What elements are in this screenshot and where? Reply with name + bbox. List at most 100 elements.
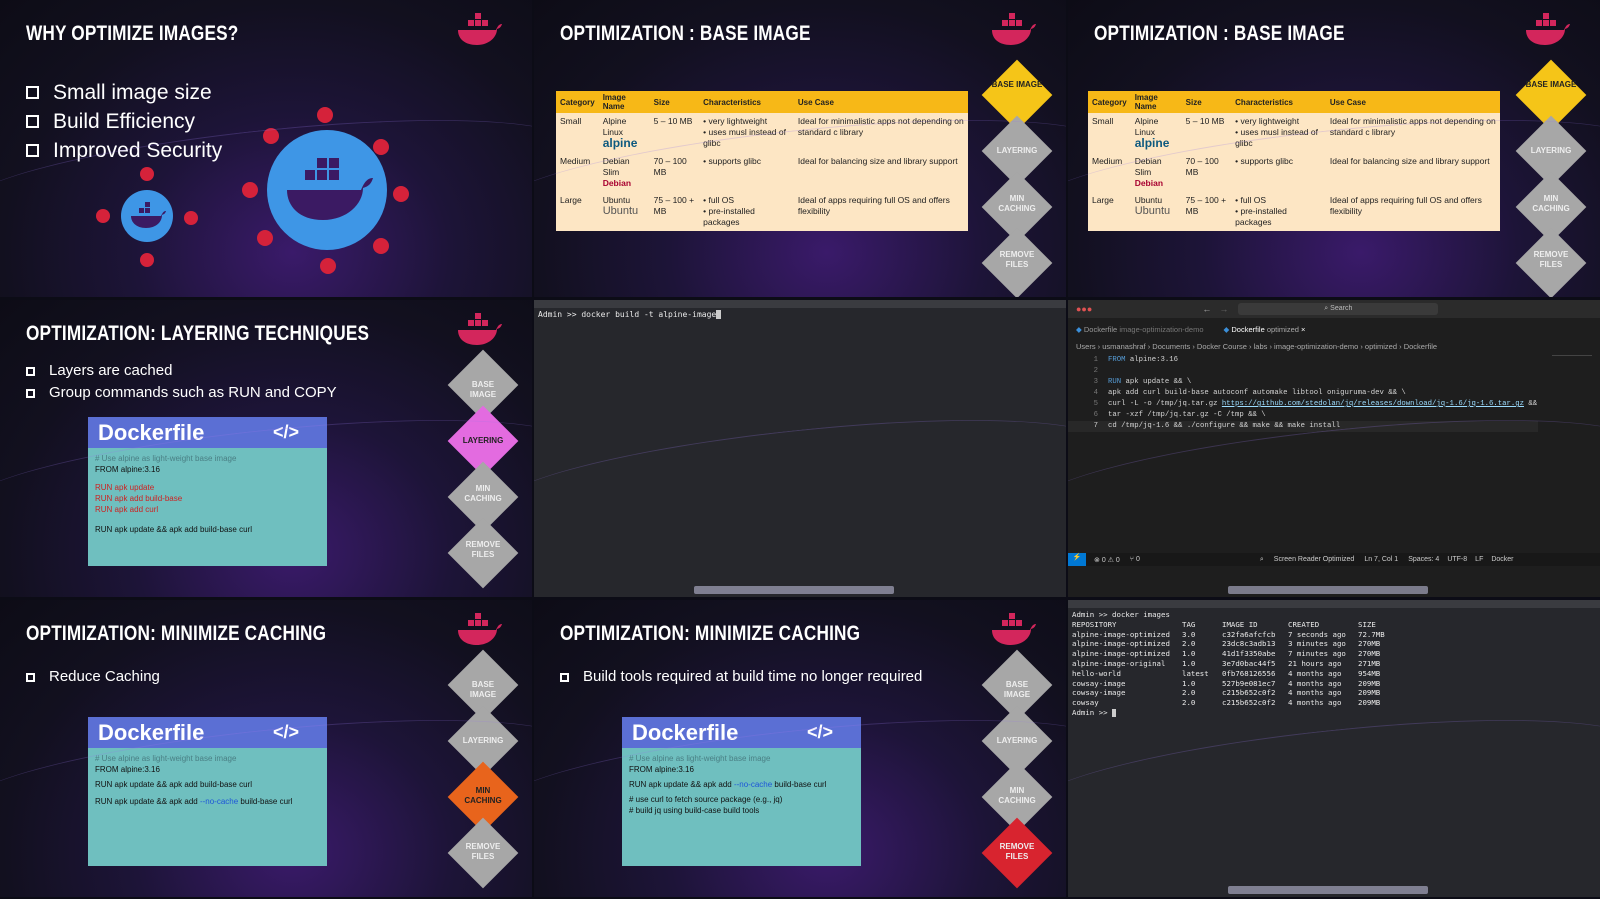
table-header-row: Category Image Name Size Characteristics Use… [556, 91, 968, 113]
checkbox-icon [560, 672, 569, 682]
code-tag-icon: </> [272, 722, 299, 742]
table-row: alpine-image-optimized 2.0 23dc8c3adb13 3 m… [1072, 639, 1381, 649]
docker-logo-icon [458, 313, 502, 345]
encoding-status[interactable]: UTF-8 [1447, 556, 1467, 563]
topic-nav: BASE IMAGE LAYERING MIN CACHING REMOVE F… [447, 649, 519, 889]
code-comment: # build jq using build-case build tools [629, 806, 760, 815]
code-line: RUN apk update && apk add --no-cache bui… [95, 797, 293, 806]
checkbox-icon [26, 144, 39, 157]
alpine-logo: alpine [602, 136, 638, 150]
table-row: hello-world latest 0fb768126556 4 months ag… [1072, 668, 1381, 678]
topic-nav: BASE IMAGE LAYERING MIN CACHING REMOVE F… [447, 349, 519, 589]
slide-title: OPTIMIZATION: MINIMIZE CACHING [26, 622, 327, 645]
table-row: Large Ubuntu Ubuntu 75 – 100 + MB • full OS •… [560, 195, 950, 227]
terminal-window-images[interactable]: Admin >> docker images REPOSITORY TAG IMAG… [1068, 600, 1600, 897]
debian-logo: Debian [602, 178, 632, 188]
terminal-cursor [716, 310, 722, 319]
command-search-box[interactable]: ⌕ Search [1238, 303, 1439, 315]
cursor-position[interactable]: Ln 7, Col 1 [1364, 556, 1398, 563]
bullet-item: Group commands such as RUN and COPY [26, 382, 337, 404]
code-comment: # Use alpine as light-weight base image [95, 454, 237, 463]
remote-indicator[interactable]: ⚡ [1068, 553, 1086, 566]
docker-security-illustration [96, 107, 409, 274]
code-line: FROM alpine:3.16 [629, 765, 694, 774]
table-row: Small Alpine Linux alpine 5 – 10 MB • very l… [560, 116, 964, 150]
eol-status[interactable]: LF [1475, 556, 1483, 563]
table-row: Small Alpine Linux alpine 5 – 10 MB • very l… [1092, 116, 1496, 150]
macos-dock[interactable] [1228, 586, 1428, 594]
table-row: alpine-image-optimized 1.0 41d1f3350abe 7 m… [1072, 649, 1381, 659]
topic-nav: BASE IMAGE LAYERING MIN CACHING REMOVE F… [981, 649, 1053, 889]
macos-dock[interactable] [1228, 886, 1428, 894]
slide-why-optimize[interactable]: WHY OPTIMIZE IMAGES? Small image size Bu… [0, 0, 532, 297]
checkbox-icon [26, 366, 35, 376]
terminal-output[interactable]: Admin >> docker images REPOSITORY TAG IMAG… [1068, 608, 1600, 883]
back-arrow-icon[interactable]: ← [1202, 304, 1211, 314]
tab-dockerfile-optimized[interactable]: ◆ Dockerfile optimized × [1224, 325, 1306, 334]
code-line: RUN apk add build-base [95, 494, 183, 503]
table-header-row: Category Image Name Size Characteristics Use… [1088, 91, 1500, 113]
forward-arrow-icon[interactable]: → [1219, 304, 1228, 314]
terminal-output[interactable]: Admin >> docker build -t alpine-image [534, 308, 1066, 583]
docker-images-table: REPOSITORY TAG IMAGE ID CREATED SIZE alpine-… [1072, 620, 1385, 708]
ubuntu-logo: Ubuntu [1134, 205, 1171, 217]
dockerfile-heading: Dockerfile [98, 419, 205, 445]
minimap[interactable] [1552, 355, 1592, 385]
alpine-logo: alpine [1134, 136, 1170, 150]
code-line: 5 curl -L -o /tmp/jq.tar.gz https://githu… [1093, 400, 1538, 408]
code-line: RUN apk update && apk add build-base cur… [95, 780, 252, 789]
terminal-window-build[interactable]: Admin >> docker build -t alpine-image [534, 300, 1066, 597]
bullet-item: Reduce Caching [26, 666, 160, 688]
code-tag-icon: </> [806, 722, 833, 742]
ubuntu-logo: Ubuntu [602, 205, 639, 217]
terminal-titlebar [534, 300, 1066, 308]
indent-status[interactable]: Spaces: 4 [1408, 556, 1439, 563]
base-image-table: Category Image Name Size Characteristics Use… [1088, 91, 1500, 231]
dockerfile-heading: Dockerfile [98, 719, 205, 745]
slide-base-image[interactable]: OPTIMIZATION : BASE IMAGE Category Image … [534, 0, 1066, 297]
slide-base-image-copy[interactable]: OPTIMIZATION : BASE IMAGE Category Image … [1068, 0, 1600, 297]
slide-title: OPTIMIZATION: LAYERING TECHNIQUES [26, 322, 370, 345]
table-row: Medium Debian Slim Debian 70 – 100 MB • supp… [560, 156, 958, 188]
slide-title: OPTIMIZATION : BASE IMAGE [1094, 22, 1345, 45]
zoom-icon[interactable]: ⌕ [1260, 556, 1264, 564]
slide-title: WHY OPTIMIZE IMAGES? [26, 22, 239, 45]
docker-logo-icon [458, 13, 502, 45]
slide-title: OPTIMIZATION: MINIMIZE CACHING [560, 622, 861, 645]
slide-layering[interactable]: OPTIMIZATION: LAYERING TECHNIQUES Layers… [0, 300, 532, 597]
code-editor[interactable]: 1 FROM alpine:3.16 2 3 RUN apk update && \… [1068, 355, 1538, 535]
checkbox-icon [26, 672, 35, 682]
code-line: FROM alpine:3.16 [95, 465, 160, 474]
problems-indicator[interactable]: ⊗ 0 ⚠ 0 [1094, 556, 1120, 564]
macos-dock[interactable] [694, 586, 894, 594]
dockerfile-heading: Dockerfile [632, 719, 739, 745]
table-row: cowsay 2.0 c215b652c0f2 4 months ago 209MB [1072, 698, 1381, 708]
table-row: Large Ubuntu Ubuntu 75 – 100 + MB • full OS •… [1092, 195, 1482, 227]
code-line: RUN apk add curl [95, 505, 159, 514]
language-mode[interactable]: Docker [1491, 556, 1513, 563]
code-line: RUN apk update && apk add build-base cur… [95, 525, 252, 534]
terminal-titlebar [1068, 600, 1600, 608]
terminal-cursor [1112, 708, 1117, 717]
checkbox-icon [26, 86, 39, 99]
terminal-command: Admin >> docker images [1072, 610, 1170, 619]
slide-min-caching-build-tools[interactable]: OPTIMIZATION: MINIMIZE CACHING Build too… [534, 600, 1066, 897]
table-row: alpine-image-optimized 3.0 c32fa6afcfcb 7 s… [1072, 629, 1385, 639]
table-row: Medium Debian Slim Debian 70 – 100 MB • supp… [1092, 156, 1490, 188]
vscode-window[interactable]: ●●● ← → ⌕ Search ◆ Dockerfile image-opti… [1068, 300, 1600, 597]
table-header-row: REPOSITORY TAG IMAGE ID CREATED SIZE [1072, 619, 1376, 629]
code-line: 4 apk add curl build-base autoconf automa… [1093, 389, 1406, 397]
code-line: 3 RUN apk update && \ [1093, 378, 1192, 386]
dockerfile-card: Dockerfile </> # Use alpine as light-weig… [622, 717, 861, 866]
code-comment: # Use alpine as light-weight base image [95, 754, 237, 763]
window-controls-icon[interactable]: ●●● [1076, 304, 1092, 314]
screen-reader-status[interactable]: Screen Reader Optimized [1274, 556, 1355, 563]
tab-dockerfile-demo[interactable]: ◆ Dockerfile image-optimization-demo [1076, 325, 1204, 334]
bullet-item: Build tools required at build time no lo… [560, 666, 922, 688]
docker-logo-icon [992, 613, 1036, 645]
ports-indicator[interactable]: ⑂ 0 [1130, 556, 1140, 563]
slide-min-caching[interactable]: OPTIMIZATION: MINIMIZE CACHING Reduce Ca… [0, 600, 532, 897]
bullet-item: Layers are cached [26, 360, 337, 382]
docker-logo-icon [992, 13, 1036, 45]
vscode-titlebar: ●●● ← → ⌕ Search [1068, 300, 1600, 318]
